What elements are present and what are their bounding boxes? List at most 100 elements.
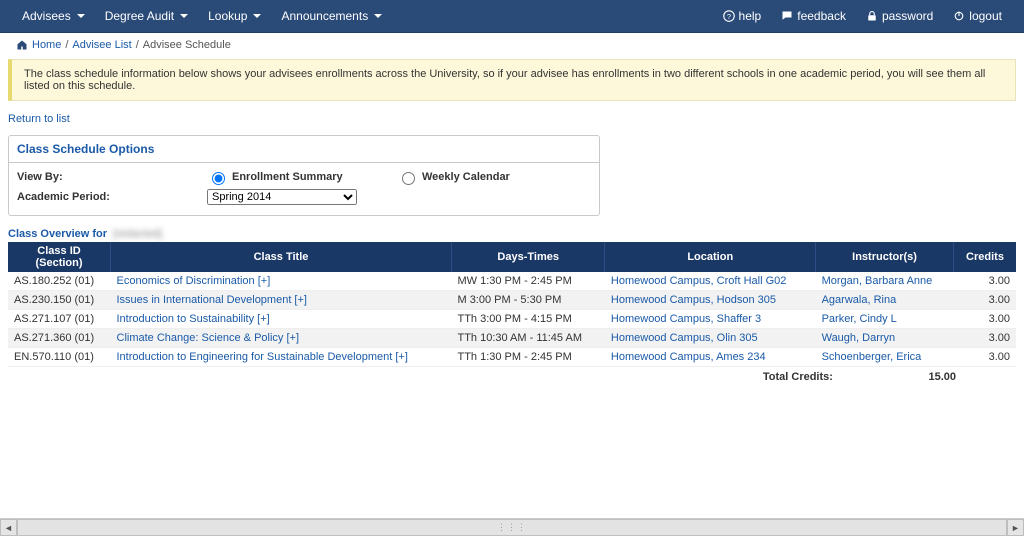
col-class-id: Class ID (Section): [8, 242, 111, 272]
advisee-name-redacted: [redacted]: [113, 228, 162, 240]
cell-class-title: Introduction to Engineering for Sustaina…: [111, 348, 452, 367]
total-credits-value: 15.00: [876, 371, 956, 383]
cell-instructor: Morgan, Barbara Anne: [816, 272, 954, 291]
radio-weekly-calendar[interactable]: Weekly Calendar: [397, 169, 510, 185]
scroll-thumb[interactable]: ⋮⋮⋮: [17, 519, 1007, 536]
cell-days-times: TTh 3:00 PM - 4:15 PM: [451, 310, 604, 329]
panel-body: View By: Enrollment Summary Weekly Calen…: [9, 163, 599, 215]
scroll-track[interactable]: ⋮⋮⋮: [17, 519, 1007, 536]
chevron-down-icon: [374, 14, 382, 18]
radio-enrollment-label: Enrollment Summary: [232, 171, 343, 183]
info-alert: The class schedule information below sho…: [8, 59, 1016, 101]
logout-link[interactable]: logout: [943, 1, 1012, 31]
panel-title: Class Schedule Options: [9, 136, 599, 163]
power-icon: [953, 10, 965, 22]
nav-label: Announcements: [281, 9, 368, 23]
schedule-options-panel: Class Schedule Options View By: Enrollme…: [8, 135, 600, 216]
cell-credits: 3.00: [954, 291, 1017, 310]
breadcrumb-advisee-list[interactable]: Advisee List: [72, 39, 131, 51]
breadcrumb-sep: /: [65, 39, 68, 51]
help-label: help: [739, 9, 762, 23]
cell-class-title: Economics of Discrimination [+]: [111, 272, 452, 291]
table-row: AS.180.252 (01) Economics of Discriminati…: [8, 272, 1016, 291]
cell-location: Homewood Campus, Hodson 305: [605, 291, 816, 310]
class-overview-heading: Class Overview for [redacted]: [8, 228, 1016, 240]
nav-lookup[interactable]: Lookup: [198, 1, 271, 31]
instructor-link[interactable]: Parker, Cindy L: [822, 313, 897, 325]
col-location: Location: [605, 242, 816, 272]
instructor-link[interactable]: Agarwala, Rina: [822, 294, 897, 306]
col-class-title: Class Title: [111, 242, 452, 272]
cell-instructor: Parker, Cindy L: [816, 310, 954, 329]
total-credits-row: Total Credits: 15.00: [8, 367, 1016, 387]
instructor-link[interactable]: Morgan, Barbara Anne: [822, 275, 933, 287]
scroll-right-arrow[interactable]: ►: [1007, 519, 1024, 536]
radio-enrollment-summary[interactable]: Enrollment Summary: [207, 169, 397, 185]
nav-advisees[interactable]: Advisees: [12, 1, 95, 31]
chevron-down-icon: [77, 14, 85, 18]
nav-label: Degree Audit: [105, 9, 174, 23]
instructor-link[interactable]: Schoenberger, Erica: [822, 351, 922, 363]
view-by-row: View By: Enrollment Summary Weekly Calen…: [17, 169, 591, 185]
cell-class-title: Issues in International Development [+]: [111, 291, 452, 310]
location-link[interactable]: Homewood Campus, Hodson 305: [611, 294, 776, 306]
cell-class-title: Introduction to Sustainability [+]: [111, 310, 452, 329]
class-title-link[interactable]: Issues in International Development [+]: [117, 294, 307, 306]
scroll-left-arrow[interactable]: ◄: [0, 519, 17, 536]
cell-days-times: M 3:00 PM - 5:30 PM: [451, 291, 604, 310]
academic-period-select[interactable]: Spring 2014: [207, 189, 357, 205]
nav-label: Lookup: [208, 9, 247, 23]
return-to-list-link[interactable]: Return to list: [8, 109, 1016, 129]
radio-weekly-input[interactable]: [402, 172, 415, 185]
cell-class-id: EN.570.110 (01): [8, 348, 111, 367]
nav-announcements[interactable]: Announcements: [271, 1, 392, 31]
radio-weekly-label: Weekly Calendar: [422, 171, 510, 183]
cell-class-id: AS.180.252 (01): [8, 272, 111, 291]
help-icon: ?: [723, 10, 735, 22]
breadcrumb-home[interactable]: Home: [32, 39, 61, 51]
radio-enrollment-input[interactable]: [212, 172, 225, 185]
nav-left-group: Advisees Degree Audit Lookup Announcemen…: [12, 1, 392, 31]
class-title-link[interactable]: Climate Change: Science & Policy [+]: [117, 332, 300, 344]
feedback-label: feedback: [797, 9, 846, 23]
table-header-row: Class ID (Section) Class Title Days-Time…: [8, 242, 1016, 272]
col-days-times: Days-Times: [451, 242, 604, 272]
table-row: EN.570.110 (01) Introduction to Engineeri…: [8, 348, 1016, 367]
location-link[interactable]: Homewood Campus, Olin 305: [611, 332, 758, 344]
view-by-label: View By:: [17, 171, 207, 183]
class-title-link[interactable]: Introduction to Engineering for Sustaina…: [117, 351, 408, 363]
feedback-link[interactable]: feedback: [771, 1, 856, 31]
cell-instructor: Waugh, Darryn: [816, 329, 954, 348]
table-row: AS.271.107 (01)Introduction to Sustainab…: [8, 310, 1016, 329]
cell-class-id: AS.230.150 (01): [8, 291, 111, 310]
lock-icon: [866, 10, 878, 22]
nav-degree-audit[interactable]: Degree Audit: [95, 1, 198, 31]
logout-label: logout: [969, 9, 1002, 23]
instructor-link[interactable]: Waugh, Darryn: [822, 332, 896, 344]
password-link[interactable]: password: [856, 1, 943, 31]
table-row: AS.271.360 (01) Climate Change: Science &…: [8, 329, 1016, 348]
overview-label: Class Overview for: [8, 228, 107, 240]
class-title-link[interactable]: Introduction to Sustainability [+]: [117, 313, 270, 325]
location-link[interactable]: Homewood Campus, Shaffer 3: [611, 313, 761, 325]
academic-period-label: Academic Period:: [17, 191, 207, 203]
class-title-link[interactable]: Economics of Discrimination [+]: [117, 275, 271, 287]
location-link[interactable]: Homewood Campus, Ames 234: [611, 351, 766, 363]
comment-icon: [781, 10, 793, 22]
home-icon[interactable]: [16, 39, 28, 51]
cell-credits: 3.00: [954, 348, 1017, 367]
password-label: password: [882, 9, 933, 23]
cell-days-times: TTh 1:30 PM - 2:45 PM: [451, 348, 604, 367]
col-instructors: Instructor(s): [816, 242, 954, 272]
nav-right-group: ? help feedback password logout: [713, 1, 1012, 31]
top-navbar: Advisees Degree Audit Lookup Announcemen…: [0, 0, 1024, 33]
horizontal-scrollbar[interactable]: ◄ ⋮⋮⋮ ►: [0, 518, 1024, 536]
help-link[interactable]: ? help: [713, 1, 772, 31]
cell-class-id: AS.271.360 (01): [8, 329, 111, 348]
nav-label: Advisees: [22, 9, 71, 23]
cell-location: Homewood Campus, Shaffer 3: [605, 310, 816, 329]
svg-text:?: ?: [726, 12, 730, 21]
col-credits: Credits: [954, 242, 1017, 272]
location-link[interactable]: Homewood Campus, Croft Hall G02: [611, 275, 786, 287]
table-row: AS.230.150 (01) Issues in International D…: [8, 291, 1016, 310]
